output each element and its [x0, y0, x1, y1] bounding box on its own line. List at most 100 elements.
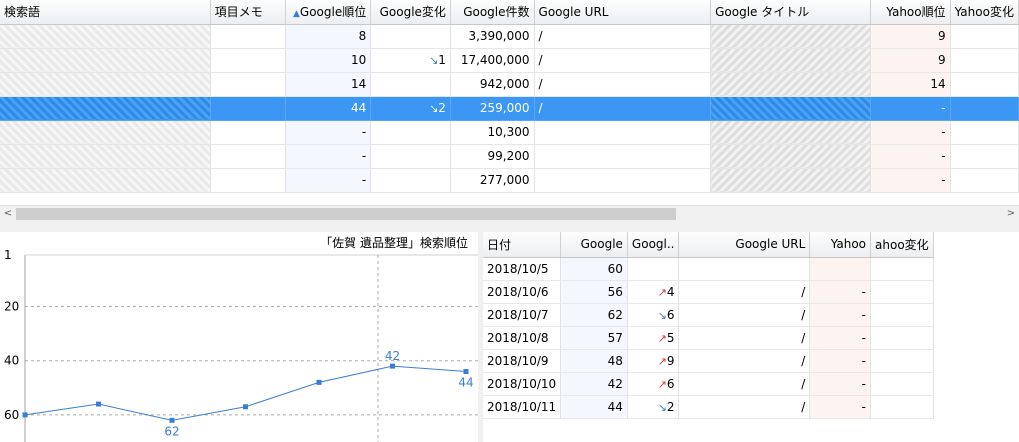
memo-cell — [210, 24, 287, 49]
arrow-up-icon: ↗ — [657, 354, 667, 368]
arrow-down-icon: ↘ — [657, 308, 667, 322]
history-row[interactable]: 2018/10/7 62 ↘6/- — [483, 303, 1019, 327]
yahoo-rank-cell: - — [809, 280, 872, 304]
google-title-cell — [710, 144, 872, 169]
google-url-cell: / — [678, 349, 811, 373]
change-value: 2 — [666, 399, 675, 414]
google-change-cell: ↘2 — [627, 395, 680, 419]
yahoo-rank-cell: 9 — [870, 24, 951, 49]
table-row[interactable]: - 10,300 - — [0, 120, 1019, 145]
col-header-google[interactable]: Google — [560, 232, 628, 258]
table-row[interactable]: 10 ↘1 17,400,000/9 — [0, 48, 1019, 73]
scroll-right-icon[interactable]: > — [1003, 206, 1019, 222]
google-change-cell: ↘6 — [627, 303, 680, 327]
row-filler — [933, 326, 1019, 349]
google-count-cell: 3,390,000 — [450, 24, 535, 49]
keyword-table: 検索語 項目メモ ▲Google順位 Google変化 Google件数 Goo… — [0, 0, 1019, 193]
row-filler — [933, 303, 1019, 326]
col-header-yahoo[interactable]: Yahoo — [809, 232, 872, 258]
col-header-google-count[interactable]: Google件数 — [450, 0, 535, 25]
sort-ascending-icon: ▲ — [292, 9, 300, 20]
arrow-down-icon: ↘ — [429, 102, 439, 115]
google-count-cell: 99,200 — [450, 144, 535, 169]
date-cell: 2018/10/5 — [483, 257, 562, 281]
google-change-cell: ↗9 — [627, 349, 680, 373]
data-point — [390, 363, 395, 369]
col-header-yahoo-change[interactable]: ahoo変化 — [870, 232, 934, 258]
col-header-date[interactable]: 日付 — [483, 232, 562, 258]
yahoo-change-cell — [870, 303, 934, 327]
yahoo-change-cell — [870, 257, 934, 281]
google-rank-cell: 42 — [560, 372, 628, 396]
col-header-google-rank[interactable]: ▲Google順位 — [285, 0, 372, 25]
history-row[interactable]: 2018/10/9 48 ↗9/- — [483, 349, 1019, 373]
table-row[interactable]: 8 3,390,000/ 9 — [0, 24, 1019, 49]
google-url-cell: / — [534, 48, 712, 73]
scrollbar-thumb[interactable] — [16, 208, 676, 220]
google-url-cell: / — [534, 24, 712, 49]
history-row[interactable]: 2018/10/11 44 ↘2/- — [483, 395, 1019, 419]
yahoo-change-cell — [950, 96, 1019, 121]
col-header-yahoo-rank[interactable]: Yahoo順位 — [870, 0, 951, 25]
col-header-label: Google件数 — [463, 5, 530, 20]
col-header-label: Googl.. — [631, 237, 675, 252]
y-tick-label: 60 — [4, 408, 19, 422]
google-url-cell: / — [678, 395, 811, 419]
table-row[interactable]: 44 ↘2 259,000/- — [0, 96, 1019, 121]
google-count-cell: 259,000 — [450, 96, 535, 121]
col-header-memo[interactable]: 項目メモ — [210, 0, 287, 25]
yahoo-change-cell — [950, 120, 1019, 145]
google-rank-cell: 62 — [560, 303, 628, 327]
memo-cell — [210, 96, 287, 121]
history-row[interactable]: 2018/10/10 42 ↗6/- — [483, 372, 1019, 396]
data-point — [243, 404, 248, 410]
history-row[interactable]: 2018/10/8 57 ↗5/- — [483, 326, 1019, 350]
col-header-label: Google タイトル — [715, 5, 810, 20]
keyword-cell — [0, 96, 211, 121]
table-row[interactable]: - 99,200 - — [0, 144, 1019, 169]
arrow-down-icon: ↘ — [657, 400, 667, 414]
history-table-pane: 日付 Google Googl.. Google URL Yahoo ahoo変… — [483, 232, 1019, 442]
google-change-cell — [627, 257, 680, 281]
table-row[interactable]: 14 942,000/ 14 — [0, 72, 1019, 97]
horizontal-scrollbar[interactable]: < > — [0, 205, 1019, 222]
memo-cell — [210, 168, 287, 193]
history-row[interactable]: 2018/10/5 60 — [483, 257, 1019, 281]
yahoo-rank-cell: - — [809, 326, 872, 350]
col-header-label: Google — [580, 237, 623, 252]
yahoo-change-cell — [870, 372, 934, 396]
google-title-cell — [710, 96, 872, 121]
col-header-google-url[interactable]: Google URL — [534, 0, 712, 25]
series-line — [24, 365, 467, 421]
arrow-down-icon: ↘ — [429, 54, 439, 67]
col-header-keyword[interactable]: 検索語 — [0, 0, 211, 25]
table-row[interactable]: - 277,000 - — [0, 168, 1019, 193]
col-header-yahoo-change[interactable]: Yahoo変化 — [950, 0, 1019, 25]
col-header-google-title[interactable]: Google タイトル — [710, 0, 872, 25]
yahoo-change-cell — [950, 72, 1019, 97]
col-header-google-change[interactable]: Google変化 — [370, 0, 451, 25]
yahoo-rank-cell: - — [870, 144, 951, 169]
google-url-cell — [534, 168, 712, 193]
col-header-label: 項目メモ — [214, 5, 263, 20]
row-filler — [933, 349, 1019, 372]
date-cell: 2018/10/7 — [483, 303, 562, 327]
rank-chart: 1 20 40 60 62 42 44 — [4, 248, 478, 442]
yahoo-change-cell — [950, 24, 1019, 49]
google-change-cell: ↘2 — [370, 96, 451, 121]
col-header-google-url[interactable]: Google URL — [678, 232, 811, 258]
scroll-left-icon[interactable]: < — [0, 206, 16, 222]
google-title-cell — [710, 24, 872, 49]
horizontal-splitter[interactable] — [0, 222, 1019, 232]
memo-cell — [210, 72, 287, 97]
google-rank-cell: 48 — [560, 349, 628, 373]
row-filler — [933, 280, 1019, 303]
google-url-cell: / — [534, 96, 712, 121]
yahoo-rank-cell: - — [870, 120, 951, 145]
history-row[interactable]: 2018/10/6 56 ↗4/- — [483, 280, 1019, 304]
google-change-cell: ↗4 — [627, 280, 680, 304]
yahoo-change-cell — [870, 349, 934, 373]
google-url-cell: / — [678, 280, 811, 304]
col-header-google-change[interactable]: Googl.. — [627, 232, 680, 258]
yahoo-rank-cell: - — [870, 168, 951, 193]
